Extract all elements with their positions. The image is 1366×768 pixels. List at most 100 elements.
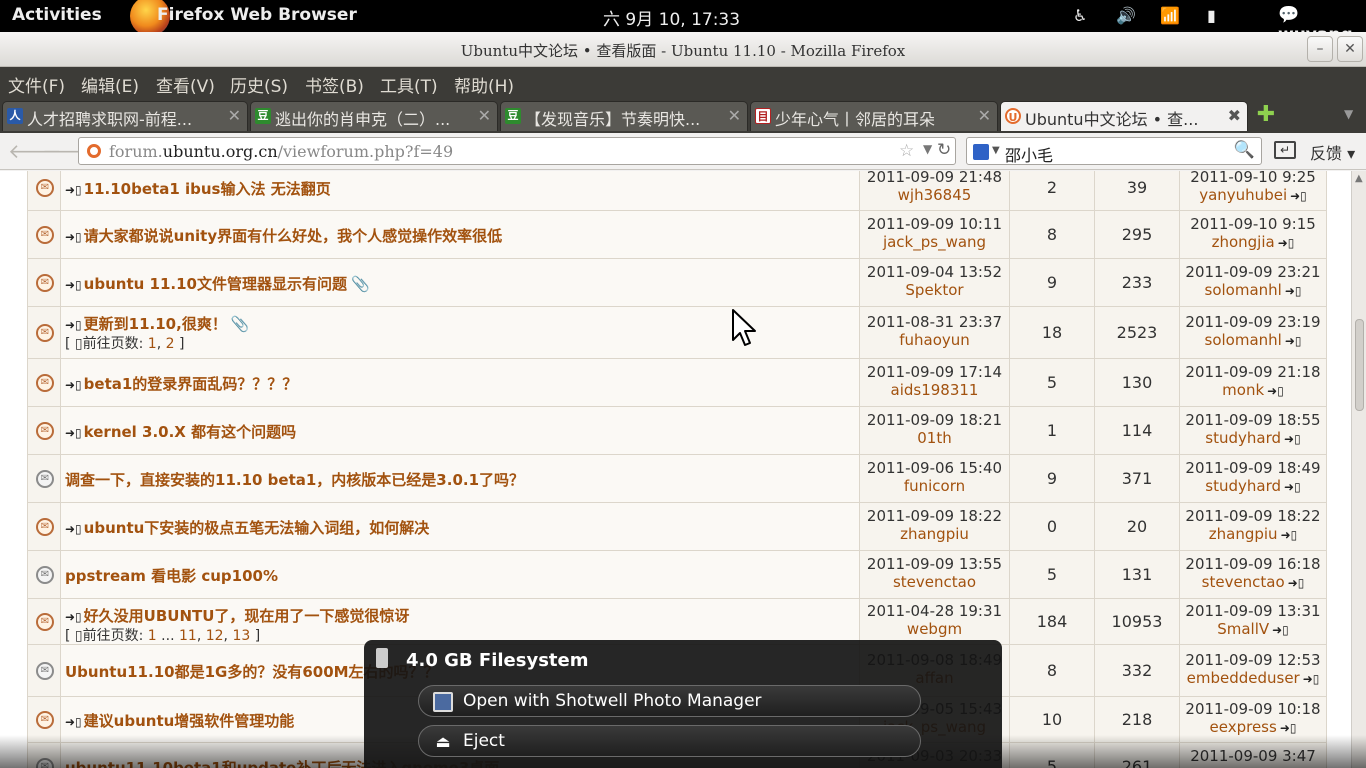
menu-history[interactable]: 历史(S) [230, 72, 288, 97]
new-post-icon[interactable]: ➜▯ [65, 183, 82, 197]
go-to-last-post-icon[interactable]: ➜▯ [1280, 721, 1297, 735]
close-window-button[interactable]: ✕ [1337, 36, 1363, 62]
topic-title-text[interactable]: 好久没用UBUNTU了，现在用了一下感觉很惊讶 [84, 607, 410, 625]
topic-title-text[interactable]: ppstream 看电影 cup100% [65, 567, 278, 585]
history-dropdown-icon[interactable]: ▼ [923, 142, 932, 156]
go-to-last-post-icon[interactable]: ➜▯ [1285, 284, 1302, 298]
last-poster-link[interactable]: zhongjia [1212, 233, 1275, 251]
tab-close-icon[interactable]: ✕ [978, 106, 991, 125]
tab-close-icon[interactable]: ✕ [228, 106, 241, 125]
go-to-last-post-icon[interactable]: ➜▯ [1288, 576, 1305, 590]
last-poster-link[interactable]: SmallV [1217, 620, 1269, 638]
new-post-icon[interactable]: ➜▯ [65, 522, 82, 536]
search-bar[interactable]: ▼ 邵小毛 🔍 [966, 137, 1262, 165]
topic-title-text[interactable]: 11.10beta1 ibus输入法 无法翻页 [84, 180, 331, 198]
topic-author-link[interactable]: fuhaoyun [860, 331, 1009, 349]
tab-active[interactable]: U Ubuntu中文论坛 • 查... ✖ [1000, 101, 1248, 131]
topic-link[interactable]: ppstream 看电影 cup100% [65, 565, 278, 586]
topic-author-link[interactable]: zhangpiu [860, 525, 1009, 543]
topic-title-text[interactable]: ubuntu下安装的极点五笔无法输入词组，如何解决 [84, 519, 430, 537]
topic-link[interactable]: ➜▯ 更新到11.10,很爽！ 📎 [65, 313, 250, 334]
topic-author-link[interactable]: stevenctao [860, 573, 1009, 591]
battery-icon[interactable]: ▮ [1207, 6, 1216, 25]
last-poster-link[interactable]: solomanhl [1205, 331, 1282, 349]
last-poster-link[interactable]: studyhard [1205, 477, 1281, 495]
menu-edit[interactable]: 编辑(E) [81, 72, 139, 97]
url-text[interactable]: forum.ubuntu.org.cn/viewforum.php?f=49 [109, 142, 453, 161]
tab-list-dropdown-icon[interactable]: ▼ [1344, 107, 1353, 121]
tab[interactable]: 目 少年心气丨邻居的耳朵 ✕ [750, 101, 998, 131]
topic-title-text[interactable]: 更新到11.10,很爽！ [84, 315, 227, 333]
tab[interactable]: 人 人才招聘求职网-前程... ✕ [2, 101, 248, 131]
last-poster-link[interactable]: embeddeduser [1187, 669, 1300, 687]
tab-close-icon[interactable]: ✕ [728, 106, 741, 125]
volume-icon[interactable]: 🔊 [1116, 6, 1136, 25]
topic-link[interactable]: ➜▯ 11.10beta1 ibus输入法 无法翻页 [65, 178, 331, 199]
new-post-icon[interactable]: ➜▯ [65, 278, 82, 292]
topic-author-link[interactable]: 01th [860, 429, 1009, 447]
menu-view[interactable]: 查看(V) [156, 72, 215, 97]
menu-file[interactable]: 文件(F) [8, 72, 65, 97]
new-post-icon[interactable]: ➜▯ [65, 318, 82, 332]
go-to-last-post-icon[interactable]: ➜▯ [1284, 480, 1301, 494]
last-poster-link[interactable]: eexpress [1210, 718, 1277, 736]
search-input[interactable]: 邵小毛 [1005, 142, 1053, 166]
go-to-last-post-icon[interactable]: ➜▯ [1284, 432, 1301, 446]
bookmark-star-icon[interactable]: ☆ [899, 141, 914, 161]
page-link[interactable]: 2 [166, 336, 175, 352]
new-post-icon[interactable]: ➜▯ [65, 378, 82, 392]
topic-link[interactable]: ➜▯ 建议ubuntu增强软件管理功能 [65, 710, 294, 731]
reload-icon[interactable]: ↻ [937, 140, 951, 160]
scroll-thumb[interactable] [1355, 319, 1364, 411]
topic-link[interactable]: ➜▯ 请大家都说说unity界面有什么好处，我个人感觉操作效率很低 [65, 225, 502, 246]
site-identity-icon[interactable] [87, 144, 101, 158]
menu-bookmarks[interactable]: 书签(B) [305, 72, 364, 97]
last-poster-link[interactable]: studyhard [1205, 429, 1281, 447]
new-post-icon[interactable]: ➜▯ [65, 426, 82, 440]
topic-link[interactable]: ➜▯ ubuntu 11.10文件管理器显示有问题 📎 [65, 273, 370, 294]
search-icon[interactable]: 🔍 [1234, 140, 1255, 160]
wifi-icon[interactable]: 📶 [1160, 6, 1180, 25]
last-poster-link[interactable]: stevenctao [1202, 573, 1285, 591]
eject-button[interactable]: ⏏ Eject [418, 725, 921, 757]
topic-author-link[interactable]: aids198311 [860, 381, 1009, 399]
last-poster-link[interactable]: zhangpiu [1209, 525, 1278, 543]
topic-title-text[interactable]: beta1的登录界面乱码？？？？ [84, 375, 298, 393]
search-engine-dropdown-icon[interactable]: ▼ [992, 145, 1000, 156]
accessibility-icon[interactable]: ♿ [1073, 6, 1087, 25]
topic-author-link[interactable]: Spektor [860, 281, 1009, 299]
go-to-last-post-icon[interactable]: ➜▯ [1272, 623, 1289, 637]
last-poster-link[interactable]: solomanhl [1205, 281, 1282, 299]
scroll-up-icon[interactable]: ▲ [1355, 173, 1363, 184]
topic-title-text[interactable]: kernel 3.0.X 都有这个问题吗 [84, 423, 296, 441]
new-post-icon[interactable]: ➜▯ [65, 715, 82, 729]
new-tab-button[interactable]: ✚ [1254, 103, 1278, 127]
new-post-icon[interactable]: ➜▯ [65, 610, 82, 624]
topic-author-link[interactable]: wjh36845 [860, 186, 1009, 204]
topic-author-link[interactable]: jack_ps_wang [860, 233, 1009, 251]
menu-tools[interactable]: 工具(T) [380, 72, 438, 97]
topic-title-text[interactable]: ubuntu 11.10文件管理器显示有问题 [84, 275, 347, 293]
go-to-last-post-icon[interactable]: ➜▯ [1290, 189, 1307, 203]
topic-title-text[interactable]: 请大家都说说unity界面有什么好处，我个人感觉操作效率很低 [84, 227, 502, 245]
clock[interactable]: 六 9月 10, 17:33 [603, 5, 740, 30]
go-to-last-post-icon[interactable]: ➜▯ [1278, 236, 1295, 250]
open-with-shotwell-button[interactable]: Open with Shotwell Photo Manager [418, 685, 921, 717]
tab[interactable]: 豆 逃出你的肖申克（二）... ✕ [250, 101, 498, 131]
page-link[interactable]: 1 [148, 628, 157, 644]
topic-link[interactable]: 调查一下，直接安装的11.10 beta1，内核版本已经是3.0.1了吗？ [65, 469, 524, 490]
last-poster-link[interactable]: monk [1222, 381, 1264, 399]
feedback-button[interactable]: 反馈 ▾ [1310, 140, 1355, 164]
page-link[interactable]: 13 [232, 628, 250, 644]
url-bar[interactable]: forum.ubuntu.org.cn/viewforum.php?f=49 ☆… [78, 137, 956, 165]
new-post-icon[interactable]: ➜▯ [65, 230, 82, 244]
topic-link[interactable]: ➜▯ 好久没用UBUNTU了，现在用了一下感觉很惊讶 [65, 605, 409, 626]
return-icon[interactable]: ↵ [1274, 141, 1296, 159]
search-engine-icon[interactable] [973, 144, 989, 160]
topic-link[interactable]: ➜▯ ubuntu下安装的极点五笔无法输入词组，如何解决 [65, 517, 429, 538]
page-link[interactable]: 1 [148, 336, 157, 352]
page-link[interactable]: 11 [179, 628, 197, 644]
go-to-last-post-icon[interactable]: ➜▯ [1285, 334, 1302, 348]
page-link[interactable]: 12 [206, 628, 224, 644]
app-menu[interactable]: Firefox Web Browser [157, 5, 357, 25]
